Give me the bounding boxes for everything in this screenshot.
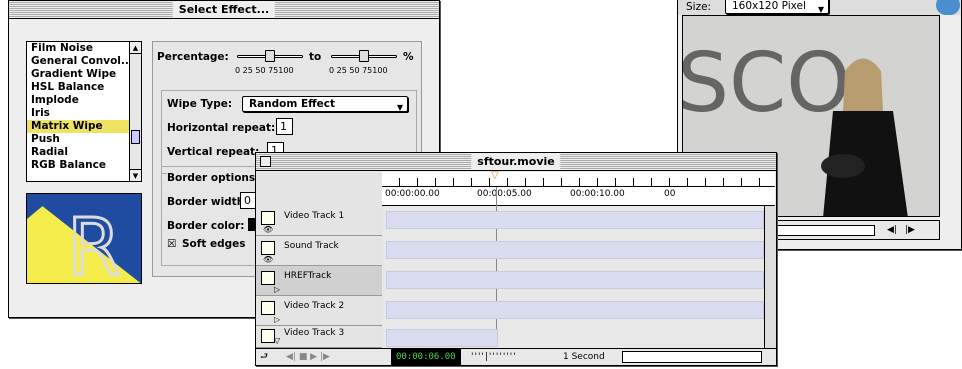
scroll-up-icon[interactable]: ▲ xyxy=(130,42,141,54)
step-back-icon[interactable]: ◀| xyxy=(887,222,897,239)
size-value: 160x120 Pixel xyxy=(732,0,806,12)
step-forward-icon[interactable]: |▶ xyxy=(905,222,915,239)
percent-sign: % xyxy=(403,51,414,63)
wipe-type-popup[interactable]: Random Effect ▼ xyxy=(242,96,408,112)
track-name: HREFTrack xyxy=(284,271,332,281)
tour-window-title: sftour.movie xyxy=(471,154,561,169)
track-row[interactable]: HREFTrack ▷ xyxy=(256,266,382,296)
track-header-column: Video Track 1 👁 Sound Track 👁 HREFTrack … xyxy=(256,172,382,348)
track-name: Sound Track xyxy=(284,241,339,251)
track-lane[interactable] xyxy=(386,271,764,289)
track-name: Video Track 1 xyxy=(284,211,345,221)
size-bar: Size: 160x120 Pixel ▼ xyxy=(678,0,961,15)
ruler-time: 00:00:10.00 xyxy=(570,189,625,199)
quicktime-logo-icon xyxy=(936,0,960,15)
ruler-time: 00:00:00.00 xyxy=(385,189,440,199)
effect-list-item[interactable]: Iris xyxy=(27,107,141,120)
tour-horizontal-scrollbar[interactable] xyxy=(622,351,762,363)
sound-track-icon xyxy=(261,241,275,255)
effect-list-item[interactable]: RGB Balance xyxy=(27,159,141,172)
track-row[interactable]: Sound Track 👁 xyxy=(256,236,382,266)
eye-icon[interactable]: 👁 xyxy=(263,255,273,264)
effect-list-item[interactable]: Film Noise xyxy=(27,42,141,55)
effect-list-item[interactable]: Push xyxy=(27,133,141,146)
collapse-triangle-icon[interactable]: ▽ xyxy=(274,336,280,345)
current-timecode: 00:00:06.00 xyxy=(391,349,461,365)
effect-list-item[interactable]: Radial xyxy=(27,146,141,159)
effect-list-item[interactable]: Gradient Wipe xyxy=(27,68,141,81)
video-track-icon xyxy=(261,211,275,225)
sftour-movie-window: sftour.movie 00:00:00.00 00:00:05.00 00:… xyxy=(255,152,777,366)
video-text: SCO xyxy=(683,36,851,131)
border-width-label: Border width: xyxy=(167,196,249,208)
effect-list-item[interactable]: HSL Balance xyxy=(27,81,141,94)
wipe-type-value: Random Effect xyxy=(249,98,336,110)
loop-icon[interactable]: ⮐ xyxy=(260,349,268,365)
slider-knob[interactable] xyxy=(265,50,275,62)
zoom-scale[interactable]: ''''|'''''''' xyxy=(471,349,517,365)
effect-list-item-selected[interactable]: Matrix Wipe xyxy=(27,120,141,133)
soft-edges-label: Soft edges xyxy=(182,238,246,250)
video-track-icon xyxy=(261,301,275,315)
vertical-repeat-label: Vertical repeat: xyxy=(167,146,260,158)
effect-window-title: Select Effect... xyxy=(172,2,276,17)
tour-bottom-bar: ⮐ ◀| ■ ▶ |▶ 00:00:06.00 ''''|'''''''' 1 … xyxy=(256,348,776,365)
percentage-start-slider[interactable] xyxy=(237,50,303,62)
border-color-label: Border color: xyxy=(167,220,245,232)
track-lane[interactable] xyxy=(386,241,764,259)
eye-icon[interactable]: 👁 xyxy=(263,225,273,234)
rewind-icon[interactable]: ◀| ■ ▶ |▶ xyxy=(286,349,330,365)
border-options-label: Border options: xyxy=(167,172,260,184)
horizontal-repeat-label: Horizontal repeat: xyxy=(167,122,276,134)
chevron-down-icon: ▼ xyxy=(396,103,403,112)
to-label: to xyxy=(309,51,322,63)
href-track-icon xyxy=(261,271,275,285)
zoom-level: 1 Second xyxy=(563,352,605,362)
soft-edges-checkbox[interactable]: ☒ xyxy=(167,238,176,250)
logo-letter: R xyxy=(67,203,121,284)
expand-triangle-icon[interactable]: ▷ xyxy=(274,315,280,324)
effect-title-bar[interactable]: Select Effect... xyxy=(9,1,439,19)
track-lane[interactable] xyxy=(386,301,764,319)
tour-vertical-scrollbar[interactable] xyxy=(764,206,776,348)
track-row[interactable]: Video Track 1 👁 xyxy=(256,206,382,236)
effect-list-item[interactable]: General Convol... xyxy=(27,55,141,68)
percentage-end-slider[interactable] xyxy=(331,50,397,62)
track-name: Video Track 2 xyxy=(284,301,345,311)
track-name: Video Track 3 xyxy=(284,328,345,338)
percentage-label: Percentage: xyxy=(157,51,229,63)
track-lane[interactable] xyxy=(386,211,764,229)
ruler-time: 00 xyxy=(664,189,676,199)
horizontal-repeat-field[interactable]: 1 xyxy=(276,118,293,135)
scroll-down-icon[interactable]: ▼ xyxy=(130,169,141,181)
scroll-thumb[interactable] xyxy=(131,130,140,144)
effect-list-scrollbar[interactable]: ▲ ▼ xyxy=(129,42,141,181)
expand-triangle-icon[interactable]: ▷ xyxy=(274,285,280,294)
slider-ticks: 0 25 50 75100 xyxy=(235,66,294,75)
ruler-time: 00:00:05.00 xyxy=(477,189,532,199)
track-lane[interactable] xyxy=(386,329,498,347)
video-track-icon xyxy=(261,329,275,343)
track-row[interactable]: Video Track 2 ▷ xyxy=(256,296,382,326)
timeline-ruler[interactable]: 00:00:00.00 00:00:05.00 00:00:10.00 00 ▽ xyxy=(381,170,775,206)
close-box-icon[interactable] xyxy=(260,156,271,167)
wipe-type-label: Wipe Type: xyxy=(167,98,233,110)
effect-list-item[interactable]: Implode xyxy=(27,94,141,107)
effect-preview-logo: R xyxy=(26,193,142,284)
effect-list[interactable]: Film Noise General Convol... Gradient Wi… xyxy=(26,41,142,182)
size-popup[interactable]: 160x120 Pixel ▼ xyxy=(725,0,829,14)
tour-title-bar[interactable]: sftour.movie xyxy=(256,153,776,171)
slider-ticks: 0 25 50 75100 xyxy=(329,66,388,75)
size-label: Size: xyxy=(686,1,712,13)
playhead-marker-icon[interactable]: ▽ xyxy=(491,170,499,181)
track-row[interactable]: Video Track 3 ▽ xyxy=(256,326,382,348)
slider-knob[interactable] xyxy=(359,50,369,62)
